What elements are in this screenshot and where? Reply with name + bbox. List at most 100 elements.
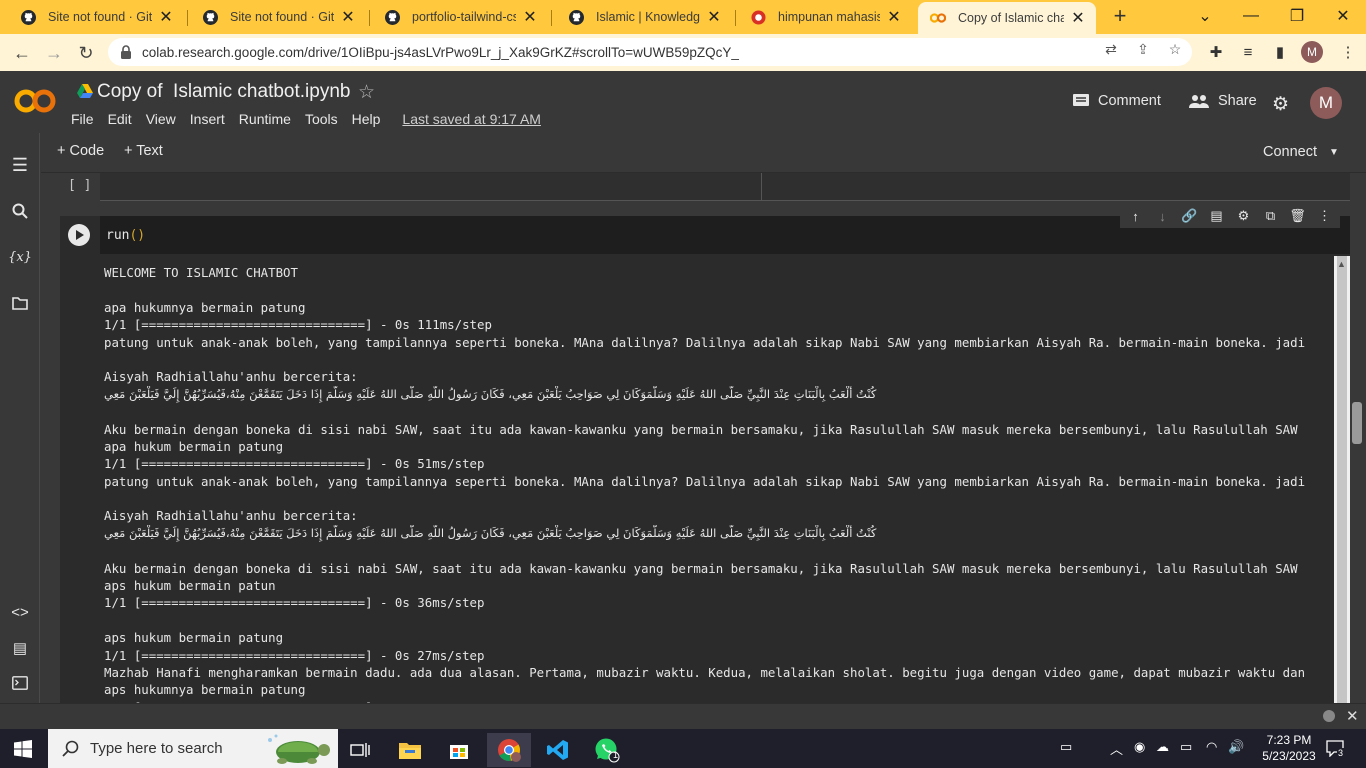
colab-logo-icon[interactable] xyxy=(14,87,56,115)
system-clock[interactable]: 7:23 PM 5/23/2023 xyxy=(1258,732,1320,764)
tab-close-icon[interactable]: ✕ xyxy=(706,9,722,26)
volume-icon[interactable]: 🔊 xyxy=(1228,739,1244,755)
colab-sidebar: ☰ {x} <> ▤ xyxy=(0,133,40,703)
ruler-line xyxy=(761,173,762,201)
output-line: Aisyah Radhiallahu'anhu bercerita: xyxy=(104,369,358,385)
tab-close-icon[interactable]: ✕ xyxy=(158,9,174,26)
wifi-icon[interactable]: ◠ xyxy=(1206,739,1217,755)
whatsapp-icon[interactable]: 1 xyxy=(585,733,629,767)
notebook-title[interactable]: Copy of Islamic chatbot.ipynb xyxy=(97,81,350,103)
browser-tab[interactable]: portfolio-tailwind-css ✕ xyxy=(372,0,548,34)
menu-view[interactable]: View xyxy=(146,111,176,127)
variables-icon[interactable]: {x} xyxy=(8,245,32,269)
page-scrollbar-thumb[interactable] xyxy=(1352,402,1362,444)
share-page-icon[interactable]: ⇪ xyxy=(1134,40,1152,58)
browser-tab[interactable]: Islamic | Knowledge ✕ xyxy=(556,0,732,34)
user-avatar[interactable]: M xyxy=(1310,87,1342,119)
connect-dropdown-icon[interactable]: ▼ xyxy=(1329,147,1339,158)
translate-icon[interactable]: ⇄ xyxy=(1102,40,1120,58)
terminal-icon[interactable] xyxy=(8,671,32,695)
mirror-cell-icon[interactable]: ⧉ xyxy=(1259,204,1282,228)
tab-close-icon[interactable]: ✕ xyxy=(886,9,902,26)
add-code-button[interactable]: + Code xyxy=(57,143,104,159)
link-to-cell-icon[interactable]: 🔗 xyxy=(1178,204,1201,228)
vscode-icon[interactable] xyxy=(536,733,580,767)
browser-tab[interactable]: Site not found · GitHub Pages ✕ xyxy=(190,0,366,34)
minimize-icon[interactable]: — xyxy=(1228,0,1274,32)
files-folder-icon[interactable] xyxy=(8,291,32,315)
last-saved-link[interactable]: Last saved at 9:17 AM xyxy=(402,111,541,127)
move-cell-up-icon[interactable]: ↑ xyxy=(1124,204,1147,228)
chrome-taskbar-icon[interactable] xyxy=(487,733,531,767)
webcam-icon[interactable]: ◉ xyxy=(1134,739,1145,755)
empty-code-editor[interactable] xyxy=(100,173,1350,201)
people-icon xyxy=(1189,95,1209,108)
output-scrollbar-thumb[interactable] xyxy=(1337,256,1347,703)
empty-code-cell[interactable]: [ ] xyxy=(60,173,1350,203)
profile-avatar[interactable]: M xyxy=(1301,41,1323,63)
output-scrollbar[interactable]: ▲ xyxy=(1334,256,1350,703)
delete-cell-icon[interactable]: 🗑 xyxy=(1286,204,1309,228)
active-code-cell[interactable]: run() ↑ ↓ 🔗 ▤ ⚙ ⧉ 🗑 ⋮ WELCOME TO ISLAMIC… xyxy=(60,204,1350,703)
star-notebook-icon[interactable]: ☆ xyxy=(358,81,375,104)
output-line: 1/1 [==============================] - 0… xyxy=(104,456,485,472)
close-status-icon[interactable]: ✕ xyxy=(1346,707,1359,725)
output-arabic-line: كُنْتُ أَلْعَبُ بِالْبَنَاتِ عِنْدَ النَ… xyxy=(104,525,877,540)
browser-menu-icon[interactable]: ⋮ xyxy=(1338,42,1358,62)
menu-runtime[interactable]: Runtime xyxy=(239,111,291,127)
new-tab-button[interactable]: + xyxy=(1108,3,1132,28)
task-view-icon[interactable] xyxy=(338,733,382,767)
run-cell-button[interactable] xyxy=(68,224,90,246)
menu-insert[interactable]: Insert xyxy=(190,111,225,127)
tab-close-icon[interactable]: ✕ xyxy=(522,9,538,26)
maximize-icon[interactable]: ❐ xyxy=(1274,0,1320,32)
back-icon[interactable]: ← xyxy=(8,39,36,67)
tab-close-icon[interactable]: ✕ xyxy=(340,9,356,26)
table-of-contents-icon[interactable]: ☰ xyxy=(8,153,32,177)
close-window-icon[interactable]: ✕ xyxy=(1320,0,1366,32)
show-hidden-icons[interactable]: ︿ xyxy=(1110,739,1123,758)
side-panel-icon[interactable]: ▮ xyxy=(1270,42,1290,62)
comment-button[interactable]: Comment xyxy=(1072,93,1161,109)
taskbar-search-box[interactable]: Type here to search xyxy=(48,729,338,768)
menu-edit[interactable]: Edit xyxy=(108,111,132,127)
extensions-icon[interactable]: ✚ xyxy=(1206,42,1226,62)
bookmark-star-icon[interactable]: ☆ xyxy=(1166,40,1184,58)
menu-tools[interactable]: Tools xyxy=(305,111,338,127)
add-text-button[interactable]: + Text xyxy=(124,143,163,159)
media-icon[interactable]: ≡ xyxy=(1238,42,1258,62)
tab-active[interactable]: Copy of Islamic chatbot.ipynb - Colabora… xyxy=(918,2,1096,34)
reload-icon[interactable]: ↻ xyxy=(72,39,100,67)
drive-icon[interactable] xyxy=(77,84,93,98)
search-icon[interactable] xyxy=(8,199,32,223)
microsoft-store-icon[interactable] xyxy=(437,733,481,767)
windows-start-icon[interactable] xyxy=(14,740,32,758)
cell-run-indicator[interactable]: [ ] xyxy=(68,178,91,193)
tab-search-icon[interactable]: ⌄ xyxy=(1182,0,1228,32)
file-explorer-icon[interactable] xyxy=(388,733,432,767)
add-comment-icon[interactable]: ▤ xyxy=(1205,204,1228,228)
more-actions-icon[interactable]: ⋮ xyxy=(1313,204,1336,228)
menu-file[interactable]: File xyxy=(71,111,94,127)
share-button[interactable]: Share xyxy=(1188,93,1257,109)
battery-icon[interactable]: ▭ xyxy=(1180,739,1192,755)
cell-settings-icon[interactable]: ⚙ xyxy=(1232,204,1255,228)
menu-help[interactable]: Help xyxy=(352,111,381,127)
output-line: apa hukumnya bermain patung xyxy=(104,299,306,315)
browser-tab[interactable]: Site not found · GitHub Pages ✕ xyxy=(8,0,184,34)
connect-button[interactable]: Connect ▼ xyxy=(1263,144,1339,160)
settings-gear-icon[interactable]: ⚙ xyxy=(1272,93,1289,116)
command-palette-icon[interactable]: ▤ xyxy=(8,636,32,660)
keyboard-layout-icon[interactable]: ▭ xyxy=(1060,739,1072,755)
code-snippets-icon[interactable]: <> xyxy=(8,600,32,624)
output-line: 1/1 [==============================] - 0… xyxy=(104,595,485,611)
forward-icon[interactable]: → xyxy=(40,39,68,67)
onedrive-cloud-icon[interactable]: ☁ xyxy=(1156,739,1169,755)
browser-tab[interactable]: himpunan mahasiswa ✕ xyxy=(738,0,912,34)
output-line: Aku bermain dengan boneka di sisi nabi S… xyxy=(104,421,1298,437)
address-bar[interactable]: colab.research.google.com/drive/1OIiBpu-… xyxy=(108,38,1192,66)
scroll-up-arrow-icon[interactable]: ▲ xyxy=(1337,259,1346,269)
notifications-icon[interactable]: 3 xyxy=(1326,739,1345,758)
tab-close-icon[interactable]: ✕ xyxy=(1070,10,1086,27)
move-cell-down-icon[interactable]: ↓ xyxy=(1151,204,1174,228)
